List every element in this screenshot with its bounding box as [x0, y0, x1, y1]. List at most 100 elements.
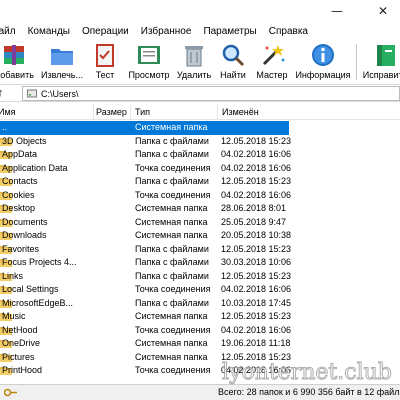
file-modified: 04.02.2018 16:06 [221, 284, 291, 294]
file-modified: 12.05.2018 15:23 [221, 311, 291, 321]
column-header-type[interactable]: Тип [133, 104, 218, 120]
file-type: Папка с файлами [135, 257, 209, 267]
toolbar-separator [356, 44, 357, 80]
file-modified: 04.02.2018 16:06 [221, 149, 291, 159]
file-modified: 04.02.2018 16:06 [221, 324, 291, 335]
file-list: .. Системная папка 3D Objects Папка с файла… [0, 121, 400, 379]
wizard-button[interactable]: Мастер [252, 40, 292, 84]
file-row[interactable]: MicrosoftEdgeB... Папка с файлами 10.03.20… [0, 297, 400, 311]
menu-bar: Файл Команды Операции Избранное Параметр… [0, 22, 400, 40]
file-row[interactable]: Cookies Точка соединения 04.02.2018 16:06 [0, 189, 400, 203]
toolbar: Добавить Извлечь... Тест П [0, 40, 400, 84]
file-name: MicrosoftEdgeB... [2, 297, 74, 308]
file-size [96, 121, 131, 135]
file-name: NetHood [2, 324, 38, 335]
address-field[interactable]: C:\Users\ [22, 86, 400, 101]
file-modified: 12.05.2018 15:23 [221, 135, 291, 146]
extract-button[interactable]: Извлечь... [38, 40, 86, 84]
menu-options[interactable]: Параметры [203, 26, 256, 37]
file-size [96, 337, 131, 351]
file-type: Точка соединения [135, 365, 211, 375]
file-row[interactable]: Favorites Папка с файлами 12.05.2018 15:23 [0, 243, 400, 257]
view-book-icon [135, 42, 163, 68]
menu-commands[interactable]: Команды [28, 26, 70, 37]
file-modified: 25.05.2018 9:47 [221, 216, 287, 227]
file-type: Точка соединения [135, 284, 211, 294]
file-row[interactable]: .. Системная папка [0, 121, 400, 135]
file-size [96, 175, 131, 189]
column-header-name[interactable]: Имя [0, 104, 94, 120]
file-size [96, 310, 131, 324]
file-row[interactable]: AppData Папка с файлами 04.02.2018 16:06 [0, 148, 400, 162]
file-type: Папка с файлами [135, 270, 209, 281]
file-row[interactable]: Application Data Точка соединения 04.02.20… [0, 162, 400, 176]
file-type: Системная папка [135, 230, 208, 240]
file-name: .. [2, 122, 8, 132]
file-modified: 12.05.2018 15:23 [221, 176, 291, 186]
file-row[interactable]: Local Settings Точка соединения 04.02.2018… [0, 283, 400, 297]
add-button[interactable]: Добавить [0, 40, 34, 84]
find-button[interactable]: Найти [216, 40, 250, 84]
file-size [96, 162, 131, 176]
file-modified: 28.06.2018 8:01 [221, 203, 287, 213]
wizard-wand-icon [258, 42, 286, 68]
file-name: Desktop [2, 203, 36, 213]
minimize-button[interactable]: — [314, 0, 360, 22]
info-icon [309, 42, 337, 68]
file-name: PrintHood [2, 365, 43, 375]
delete-button[interactable]: Удалить [174, 40, 214, 84]
file-type: Системная папка [135, 351, 208, 362]
file-size [96, 364, 131, 378]
column-header-modified[interactable]: Изменён [220, 104, 400, 120]
file-row[interactable]: Desktop Системная папка 28.06.2018 8:01 [0, 202, 400, 216]
file-type: Точка соединения [135, 162, 211, 173]
file-row[interactable]: Focus Projects 4... Папка с файлами 30.03.… [0, 256, 400, 270]
file-modified: 04.02.2018 16:06 [221, 189, 291, 200]
title-bar: — ✕ [0, 0, 400, 22]
file-name: OneDrive [2, 338, 41, 348]
file-name: Cookies [2, 189, 35, 200]
file-row[interactable]: OneDrive Системная папка 19.06.2018 11:18 [0, 337, 400, 351]
file-name: Focus Projects 4... [2, 257, 77, 267]
file-row[interactable]: Downloads Системная папка 20.05.2018 10:38 [0, 229, 400, 243]
repair-button[interactable]: Исправить [360, 40, 400, 84]
file-row[interactable]: NetHood Точка соединения 04.02.2018 16:06 [0, 324, 400, 338]
info-button[interactable]: Информация [294, 40, 352, 84]
menu-file[interactable]: Файл [0, 26, 16, 37]
menu-operations[interactable]: Операции [82, 26, 129, 37]
address-bar: ↑ C:\Users\ [0, 84, 400, 102]
up-arrow-icon[interactable]: ↑ [0, 87, 4, 99]
file-name: 3D Objects [2, 135, 47, 146]
column-header-size[interactable]: Размер [94, 104, 131, 120]
test-clipboard-icon [91, 42, 119, 68]
menu-favorites[interactable]: Избранное [141, 26, 192, 37]
file-name: Downloads [2, 230, 47, 240]
view-button[interactable]: Просмотр [124, 40, 174, 84]
file-name: Local Settings [2, 284, 59, 294]
file-row[interactable]: Documents Системная папка 25.05.2018 9:47 [0, 216, 400, 230]
file-row[interactable]: Contacts Папка с файлами 12.05.2018 15:23 [0, 175, 400, 189]
file-modified: 04.02.2018 16:06 [221, 162, 291, 173]
file-name: Music [2, 311, 26, 321]
file-size [96, 229, 131, 243]
file-name: AppData [2, 149, 38, 159]
drive-icon [27, 89, 37, 98]
file-type: Системная папка [135, 203, 208, 213]
file-type: Системная папка [135, 311, 208, 321]
file-modified: 12.05.2018 15:23 [221, 243, 291, 254]
file-row[interactable]: Music Системная папка 12.05.2018 15:23 [0, 310, 400, 324]
file-modified: 12.05.2018 15:23 [221, 270, 291, 281]
column-headers: Имя Размер Тип Изменён [0, 104, 400, 120]
test-button[interactable]: Тест [88, 40, 122, 84]
menu-help[interactable]: Справка [269, 26, 308, 37]
file-modified: 19.06.2018 11:18 [221, 338, 291, 348]
file-modified [221, 121, 291, 135]
file-type: Точка соединения [135, 189, 211, 200]
file-type: Системная папка [135, 216, 208, 227]
file-row[interactable]: 3D Objects Папка с файлами 12.05.2018 15:2… [0, 135, 400, 149]
close-button[interactable]: ✕ [360, 0, 400, 22]
file-size [96, 148, 131, 162]
file-modified: 10.03.2018 17:45 [221, 297, 291, 308]
file-row[interactable]: Links Папка с файлами 12.05.2018 15:23 [0, 270, 400, 284]
file-size [96, 135, 131, 149]
